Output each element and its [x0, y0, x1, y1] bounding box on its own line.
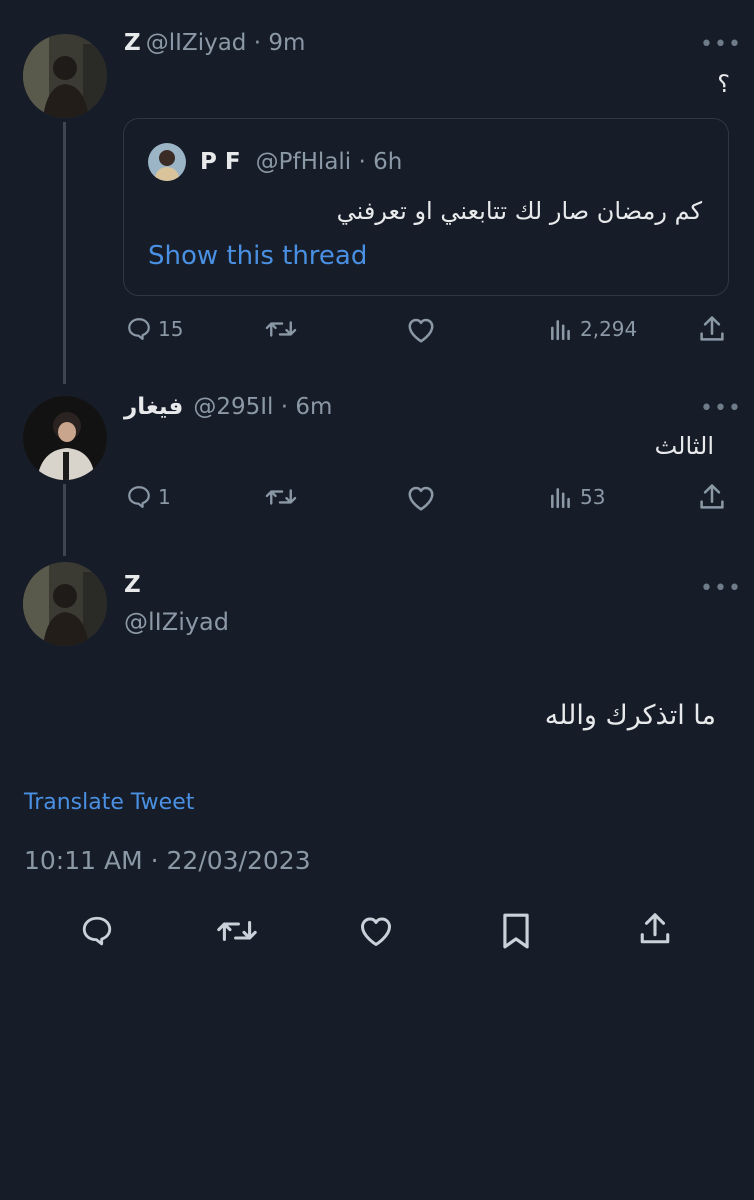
reply-button[interactable]: 15	[126, 316, 183, 342]
reply-icon	[128, 318, 150, 340]
share-icon	[640, 913, 670, 944]
like-icon	[408, 486, 434, 511]
reply-count: 1	[158, 485, 171, 509]
retweet-button[interactable]	[216, 914, 258, 948]
views-icon	[551, 488, 570, 509]
quote-username[interactable]: @PfHlali	[256, 149, 352, 175]
tweet-text: الثالث	[654, 432, 714, 460]
views-count: 53	[580, 485, 606, 509]
like-icon	[408, 318, 434, 343]
reply-icon	[82, 916, 112, 946]
more-icon[interactable]: •••	[700, 396, 742, 421]
avatar[interactable]	[23, 562, 107, 646]
retweet-icon	[265, 321, 297, 337]
tweet-header: Z @lIZiyad · 9m	[124, 30, 305, 56]
more-icon[interactable]: •••	[700, 32, 742, 57]
share-button[interactable]	[698, 482, 726, 512]
quote-tweet-card[interactable]: P F @PfHlali · 6h كم رمضان صار لك تتابعن…	[123, 118, 729, 296]
username[interactable]: @lIZiyad	[124, 608, 229, 636]
show-thread-link[interactable]: Show this thread	[148, 241, 367, 271]
quote-header: P F @PfHlali · 6h	[200, 149, 402, 175]
avatar-photo	[23, 562, 107, 646]
thread-line	[63, 122, 66, 384]
retweet-button[interactable]	[264, 316, 298, 342]
username[interactable]: @lIZiyad	[146, 30, 247, 56]
tweet-time[interactable]: 6m	[295, 394, 332, 420]
share-button[interactable]	[698, 314, 726, 344]
views-count: 2,294	[580, 317, 638, 341]
views-button[interactable]: 2,294	[548, 316, 637, 342]
share-button[interactable]	[638, 910, 672, 948]
display-name[interactable]: فيغار	[124, 394, 183, 420]
quote-display-name[interactable]: P F	[200, 149, 241, 175]
display-name[interactable]: Z	[124, 30, 141, 56]
quote-time[interactable]: 6h	[373, 149, 402, 175]
username[interactable]: @295Il	[193, 394, 273, 420]
thread-line	[63, 484, 66, 556]
reply-button[interactable]: 1	[126, 484, 171, 510]
reply-count: 15	[158, 317, 184, 341]
translate-tweet-link[interactable]: Translate Tweet	[24, 790, 194, 815]
more-icon[interactable]: •••	[700, 576, 742, 601]
like-button[interactable]	[358, 914, 394, 948]
reply-icon	[128, 486, 150, 508]
tweet-time[interactable]: 9m	[268, 30, 305, 56]
like-button[interactable]	[406, 316, 436, 344]
display-name[interactable]: Z	[124, 572, 141, 598]
tweet-header: فيغار @295Il · 6m	[124, 394, 332, 420]
avatar-photo	[23, 34, 107, 118]
bookmark-icon	[503, 913, 529, 949]
views-button[interactable]: 53	[548, 484, 605, 510]
separator-dot: ·	[273, 394, 296, 420]
views-icon	[551, 320, 570, 341]
retweet-icon	[265, 489, 297, 505]
retweet-button[interactable]	[264, 484, 298, 510]
avatar[interactable]	[23, 34, 107, 118]
tweet-text: ؟	[717, 70, 730, 98]
reply-button[interactable]	[80, 914, 114, 948]
separator-dot: ·	[246, 30, 269, 56]
share-icon	[700, 316, 724, 341]
separator-dot: ·	[351, 149, 374, 175]
share-icon	[700, 484, 724, 509]
retweet-icon	[217, 921, 257, 941]
like-button[interactable]	[406, 484, 436, 512]
quote-avatar-photo	[148, 143, 186, 181]
quote-text: كم رمضان صار لك تتابعني او تعرفني	[336, 197, 702, 225]
quote-avatar	[148, 143, 186, 181]
avatar-photo	[23, 396, 107, 480]
tweet-timestamp[interactable]: 10:11 AM · 22/03/2023	[24, 846, 311, 875]
like-icon	[361, 917, 391, 946]
tweet-text: ما اتذكرك والله	[544, 700, 716, 731]
avatar[interactable]	[23, 396, 107, 480]
bookmark-button[interactable]	[500, 912, 532, 950]
